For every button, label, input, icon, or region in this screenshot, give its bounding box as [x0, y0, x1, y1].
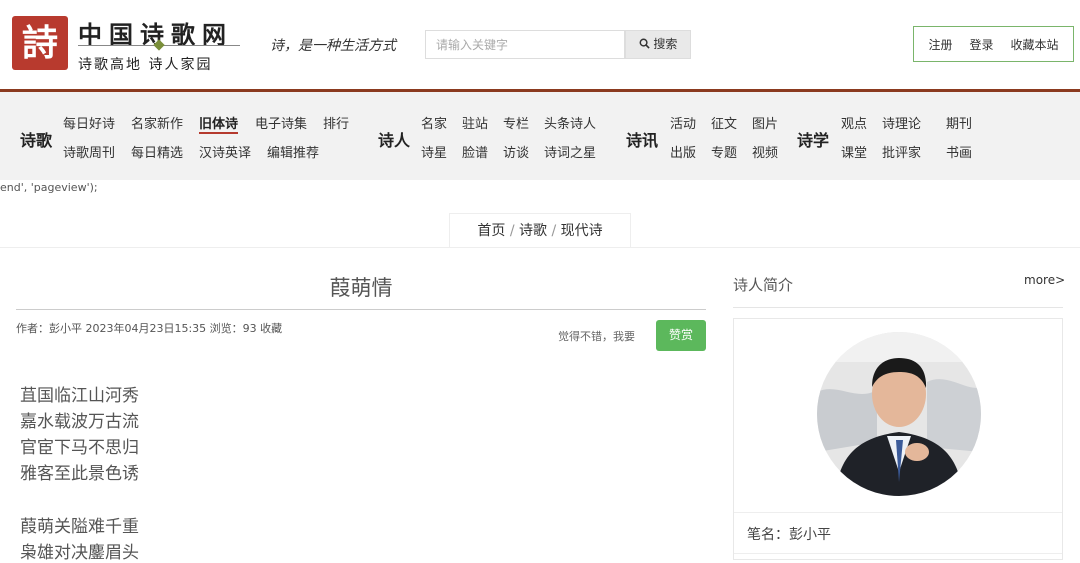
breadcrumb-separator: /	[509, 223, 515, 239]
poem-line: 嘉水载波万古流	[20, 412, 139, 432]
poet-avatar[interactable]	[817, 332, 981, 496]
login-link[interactable]: 登录	[969, 36, 993, 53]
main-nav	[0, 92, 1080, 180]
site-subtitle: 诗歌高地 诗人家园	[78, 57, 213, 73]
search-input[interactable]	[425, 30, 625, 59]
nav-item-events[interactable]: 活动	[670, 113, 696, 132]
poem-line: 官宦下马不思归	[20, 438, 139, 458]
nav-item-theory[interactable]: 诗理论	[882, 113, 921, 132]
nav-item-faces[interactable]: 脸谱	[462, 142, 488, 161]
nav-item-topics[interactable]: 专题	[711, 142, 737, 161]
nav-item-translations[interactable]: 汉诗英译	[199, 142, 251, 161]
reward-prompt: 觉得不错，我要	[558, 330, 635, 343]
more-link[interactable]: more>	[1024, 273, 1065, 287]
nav-item-daily-picks[interactable]: 每日精选	[131, 142, 183, 161]
nav-item-weekly[interactable]: 诗歌周刊	[63, 142, 115, 161]
nav-category-poets[interactable]: 诗人	[378, 127, 410, 151]
nav-item-daily-poem[interactable]: 每日好诗	[63, 113, 115, 132]
nav-item-resident[interactable]: 驻站	[462, 113, 488, 132]
breadcrumb-poetry[interactable]: 诗歌	[519, 223, 547, 239]
portrait-image	[817, 332, 981, 496]
nav-item-calligraphy[interactable]: 书画	[946, 142, 972, 161]
nav-item-masters[interactable]: 名家	[421, 113, 447, 132]
poem-meta: 作者：彭小平 2023年04月23日15:35 浏览：93 收藏	[16, 322, 283, 335]
stray-script-text: end', 'pageview');	[0, 181, 98, 194]
nav-item-classical-poetry[interactable]: 旧体诗	[199, 113, 239, 134]
title-divider	[16, 309, 706, 310]
nav-item-interviews[interactable]: 访谈	[503, 142, 529, 161]
nav-item-ci-stars[interactable]: 诗词之星	[544, 142, 596, 161]
nav-item-rankings[interactable]: 排行	[323, 113, 349, 132]
poet-intro-heading: 诗人简介	[733, 276, 794, 294]
poem-title: 葭萌情	[329, 276, 393, 300]
site-logo[interactable]: 詩	[12, 16, 68, 70]
nav-item-viewpoints[interactable]: 观点	[841, 113, 867, 132]
poem-line: 枭雄对决鏖眉头	[20, 543, 139, 563]
breadcrumb-rule	[0, 247, 1080, 248]
search-button[interactable]: 搜索	[625, 30, 691, 59]
breadcrumb: 首页 / 诗歌 / 现代诗	[449, 213, 631, 247]
nav-item-masters-new[interactable]: 名家新作	[131, 113, 183, 132]
nav-item-headline-poets[interactable]: 头条诗人	[544, 113, 596, 132]
nav-item-publishing[interactable]: 出版	[670, 142, 696, 161]
pen-name-divider	[734, 553, 1062, 554]
nav-category-poetry[interactable]: 诗歌	[20, 127, 52, 151]
nav-item-journals[interactable]: 期刊	[946, 113, 972, 132]
register-link[interactable]: 注册	[928, 36, 952, 53]
nav-item-e-collections[interactable]: 电子诗集	[255, 113, 307, 132]
pen-name-divider	[734, 512, 1062, 513]
breadcrumb-home[interactable]: 首页	[477, 223, 505, 239]
bookmark-link[interactable]: 收藏本站	[1010, 36, 1058, 53]
search-icon	[639, 38, 650, 49]
nav-item-contests[interactable]: 征文	[711, 113, 737, 132]
breadcrumb-separator: /	[551, 223, 557, 239]
nav-category-news[interactable]: 诗讯	[626, 127, 658, 151]
nav-item-columns[interactable]: 专栏	[503, 113, 529, 132]
user-links: 注册 登录 收藏本站	[913, 26, 1074, 62]
poem-line: 雅客至此景色诱	[20, 464, 139, 484]
pen-name: 笔名：彭小平	[747, 527, 831, 543]
sidebar-divider	[733, 307, 1063, 308]
reward-button[interactable]: 赞赏	[656, 320, 706, 351]
search-button-label: 搜索	[653, 37, 678, 51]
nav-item-critics[interactable]: 批评家	[882, 142, 921, 161]
nav-item-pictures[interactable]: 图片	[752, 113, 778, 132]
poem-line: 苴国临江山河秀	[20, 386, 139, 406]
site-slogan: 诗，是一种生活方式	[270, 38, 396, 54]
breadcrumb-modern-poetry[interactable]: 现代诗	[561, 223, 603, 239]
nav-item-poetry-stars[interactable]: 诗星	[421, 142, 447, 161]
nav-item-classroom[interactable]: 课堂	[841, 142, 867, 161]
poem-line: 葭萌关隘难千重	[20, 517, 139, 537]
nav-category-poetics[interactable]: 诗学	[797, 127, 829, 151]
nav-item-videos[interactable]: 视频	[752, 142, 778, 161]
nav-item-editor-picks[interactable]: 编辑推荐	[267, 142, 319, 161]
